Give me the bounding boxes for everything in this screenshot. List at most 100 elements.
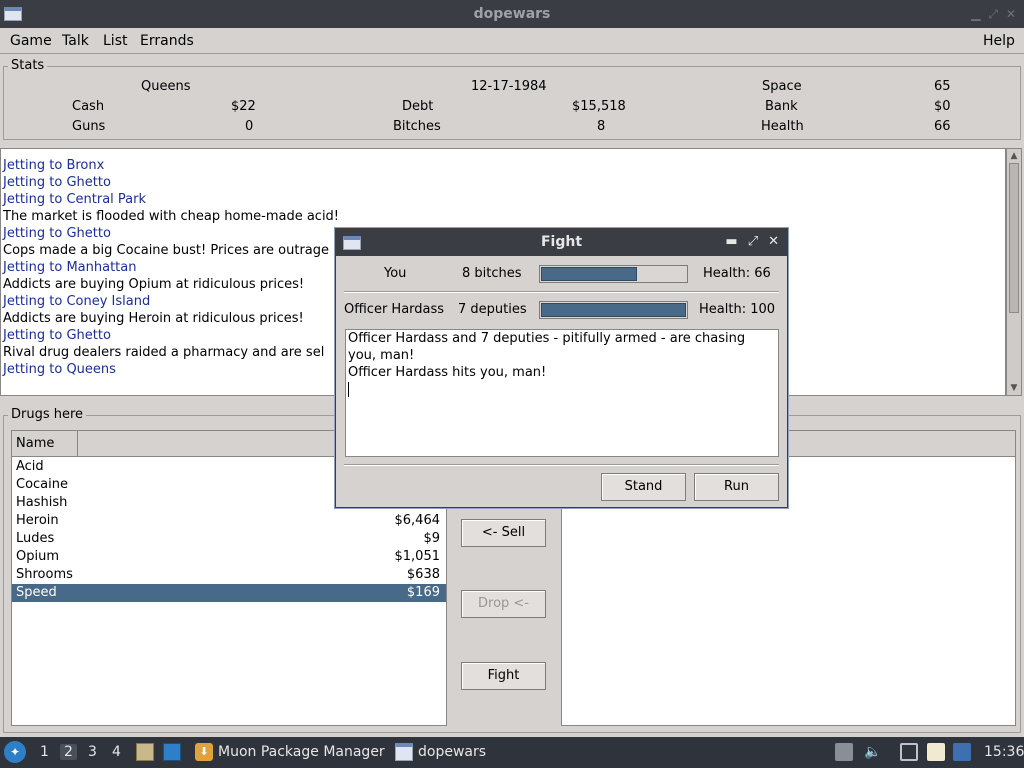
stat-cash-value: $22 [231,99,256,114]
start-menu-icon[interactable]: ✦ [4,741,26,763]
message-line: Jetting to Bronx [3,158,105,173]
you-health-bar-fill [541,267,637,281]
maximize-icon[interactable]: ⤢ [748,234,758,249]
menu-game[interactable]: Game [10,33,52,49]
volume-icon[interactable]: 🔈 [864,744,881,760]
update-notifier-icon[interactable] [953,743,971,761]
message-line: Rival drug dealers raided a pharmacy and… [3,345,325,360]
dialog-separator [344,464,779,466]
message-line: Jetting to Manhattan [3,260,137,275]
message-line: Addicts are buying Heroin at ridiculous … [3,311,304,326]
sell-button[interactable]: <- Sell [461,519,546,547]
menu-errands[interactable]: Errands [140,33,194,49]
drug-row[interactable]: Speed $169 [12,584,446,602]
fight-log[interactable]: Officer Hardass and 7 deputies - pitiful… [345,329,779,457]
drop-button[interactable]: Drop <- [461,590,546,618]
you-health-bar [539,265,688,283]
muon-package-manager-icon[interactable]: ⬇ [195,743,213,761]
drug-name: Heroin [16,513,59,528]
drug-name: Opium [16,549,59,564]
clock[interactable]: 15:36 [984,744,1024,760]
workspace-3[interactable]: 3 [88,744,97,760]
column-header-name[interactable]: Name [12,431,78,457]
fight-log-line: you, man! [348,348,415,363]
close-icon[interactable]: ✕ [768,234,779,249]
fight-button[interactable]: Fight [461,662,546,690]
run-button[interactable]: Run [694,473,779,501]
message-line: Jetting to Ghetto [3,328,111,343]
message-line: Jetting to Central Park [3,192,147,207]
workspace-1[interactable]: 1 [40,744,49,760]
drug-name: Cocaine [16,477,68,492]
network-icon[interactable] [900,743,918,761]
enemy-count: 7 deputies [458,302,527,317]
fight-dialog: Fight ▬ ⤢ ✕ You 8 bitches Health: 66 Off… [335,228,788,508]
enemy-health-bar-fill [541,303,686,317]
desktop-icon[interactable] [163,743,181,761]
text-cursor [348,382,349,397]
drug-name: Speed [16,585,57,600]
drug-price: $9 [423,531,440,546]
stat-bank-value: $0 [934,99,951,114]
stats-frame: Stats Queens 12-17-1984 Space 65 Cash $2… [3,58,1021,140]
message-line: The market is flooded with cheap home-ma… [3,209,340,224]
you-count: 8 bitches [462,266,522,281]
stat-guns-label: Guns [72,119,106,134]
you-health-text: Health: 66 [703,266,771,281]
stat-bitches-value: 8 [597,119,606,134]
stat-location: Queens [141,79,191,94]
fight-dialog-titlebar[interactable]: Fight ▬ ⤢ ✕ [336,229,787,256]
message-line: Jetting to Coney Island [3,294,151,309]
fight-log-line: Officer Hardass hits you, man! [348,365,547,380]
fight-log-line: Officer Hardass and 7 deputies - pitiful… [348,331,746,346]
message-log-scrollbar[interactable]: ▲ ▼ [1006,148,1022,396]
drug-row[interactable]: Opium $1,051 [12,548,446,566]
window-titlebar[interactable]: dopewars ▁ ⤢ ✕ [0,0,1024,28]
message-line: Cops made a big Cocaine bust! Prices are… [3,243,330,258]
message-line: Addicts are buying Opium at ridiculous p… [3,277,305,292]
stat-debt-value: $15,518 [572,99,626,114]
stand-button[interactable]: Stand [601,473,686,501]
taskbar: ✦ 1 2 3 4 ⬇ Muon Package Manager dopewar… [0,737,1024,768]
workspace-4[interactable]: 4 [112,744,121,760]
drugs-legend: Drugs here [8,407,87,422]
taskbar-dopewars[interactable]: dopewars [418,744,486,760]
scroll-up-icon[interactable]: ▲ [1009,151,1019,161]
message-line: Jetting to Ghetto [3,175,111,190]
menubar: Game Talk List Errands Help [0,28,1024,54]
eject-icon[interactable] [835,743,853,761]
window-controls: ▁ ⤢ ✕ [971,7,1016,22]
scroll-down-icon[interactable]: ▼ [1009,383,1019,393]
clipboard-icon[interactable] [927,743,945,761]
menu-help[interactable]: Help [983,33,1015,49]
stat-date: 12-17-1984 [471,79,547,94]
workspace-2[interactable]: 2 [60,744,77,760]
menu-talk[interactable]: Talk [62,33,89,49]
taskbar-muon-package-manager[interactable]: Muon Package Manager [218,744,385,760]
drug-name: Hashish [16,495,68,510]
stat-health-label: Health [761,119,804,134]
you-label: You [384,266,407,281]
drug-name: Acid [16,459,44,474]
close-icon[interactable]: ✕ [1006,7,1016,22]
stat-health-value: 66 [934,119,951,134]
drug-name: Ludes [16,531,55,546]
scrollbar-thumb[interactable] [1009,163,1019,313]
drug-price: $6,464 [394,513,441,528]
drug-row[interactable]: Ludes $9 [12,530,446,548]
message-line: Jetting to Queens [3,362,116,377]
maximize-icon[interactable]: ⤢ [988,7,998,22]
enemy-health-text: Health: 100 [699,302,776,317]
stat-space-value: 65 [934,79,951,94]
minimize-icon[interactable]: ▁ [971,7,980,22]
stat-cash-label: Cash [72,99,105,114]
file-manager-icon[interactable] [136,743,154,761]
enemy-label: Officer Hardass [344,302,445,317]
stat-debt-label: Debt [402,99,434,114]
minimize-icon[interactable]: ▬ [725,234,737,249]
drug-row[interactable]: Heroin $6,464 [12,512,446,530]
drug-row[interactable]: Shrooms $638 [12,566,446,584]
dopewars-taskbar-icon[interactable] [395,743,413,761]
menu-list[interactable]: List [103,33,127,49]
drug-price: $169 [406,585,440,600]
